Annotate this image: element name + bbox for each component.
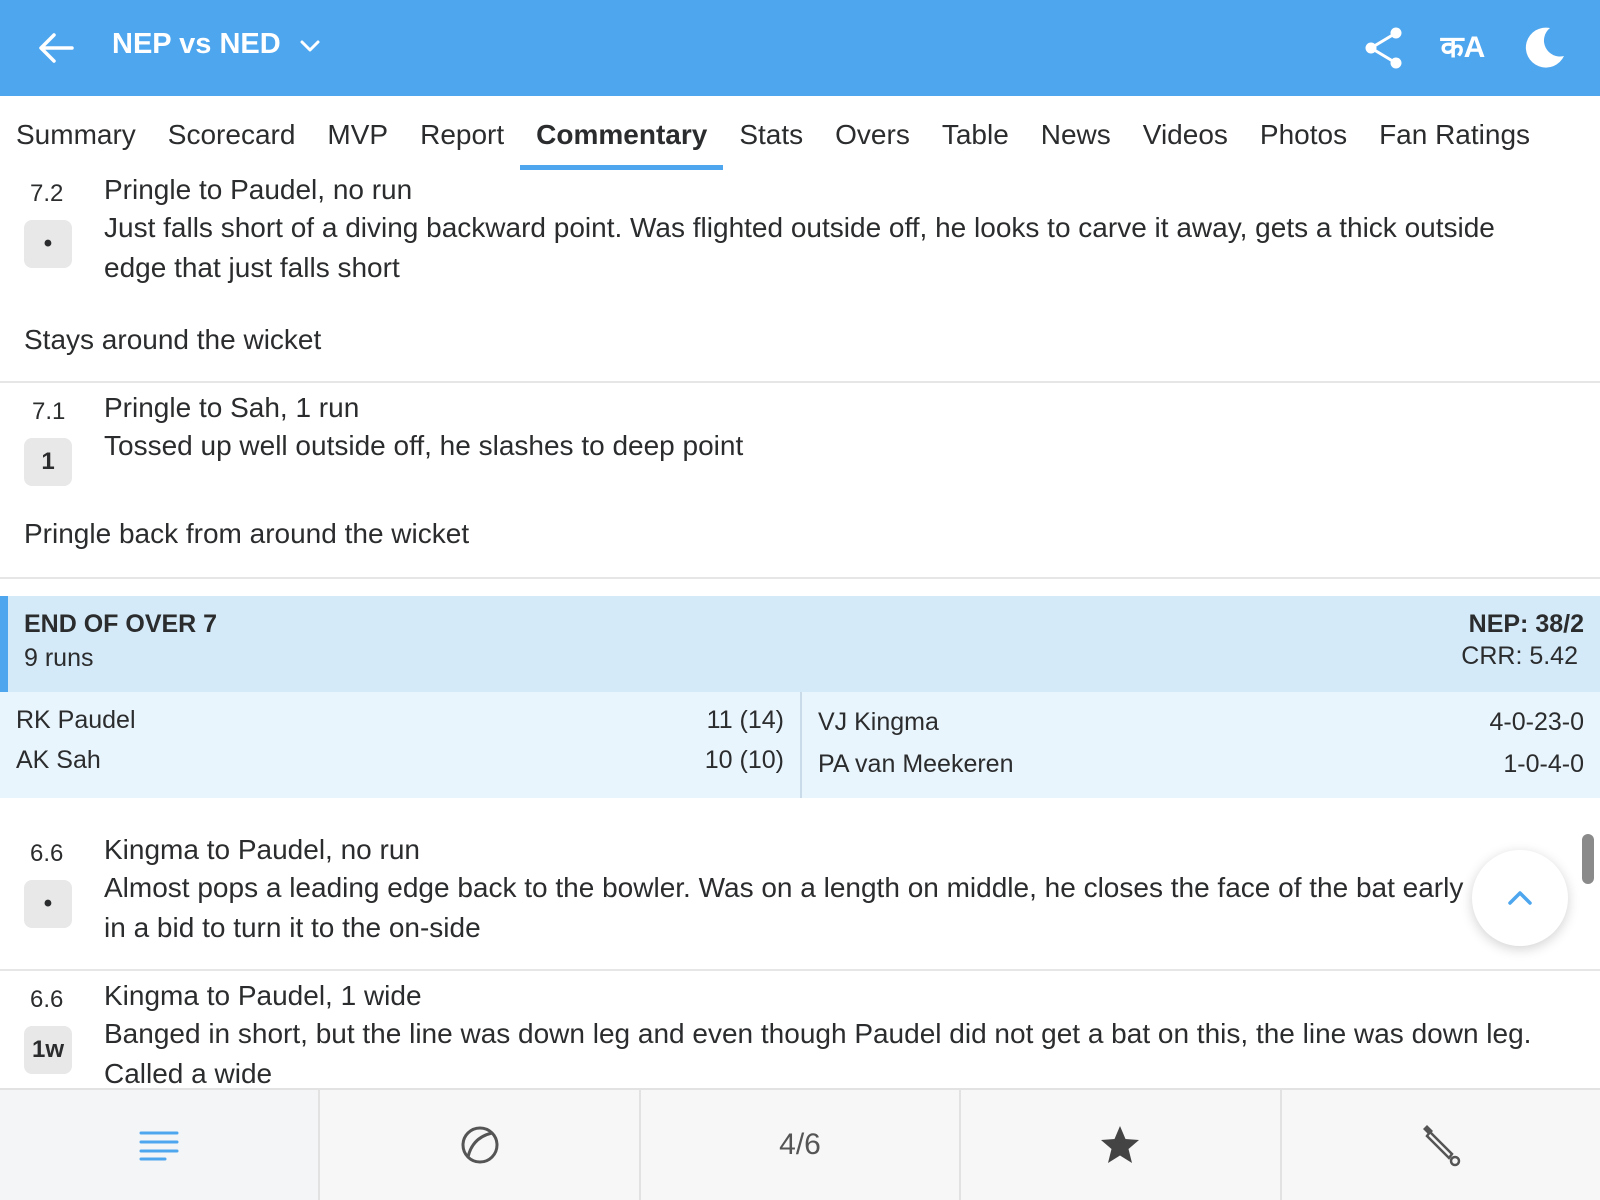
ball-icon[interactable]	[320, 1090, 641, 1200]
scrollbar-thumb[interactable]	[1582, 834, 1594, 884]
team-score: NEP: 38/2	[1468, 610, 1584, 638]
chevron-down-icon	[300, 40, 320, 51]
ball-number: 7.2	[30, 180, 64, 207]
current-run-rate: CRR: 5.42	[1461, 642, 1578, 670]
over-players-summary: RK Paudel 11 (14) AK Sah 10 (10) VJ King…	[0, 692, 1600, 798]
ball-description: Just falls short of a diving backward po…	[104, 212, 1495, 283]
ball-headline: Kingma to Paudel, 1 wide	[104, 980, 422, 1011]
tab-summary[interactable]: Summary	[0, 96, 152, 174]
ball-description: Banged in short, but the line was down l…	[104, 1018, 1532, 1088]
batter-row: AK Sah 10 (10)	[16, 746, 784, 775]
ball-number: 6.6	[30, 840, 64, 867]
batter-name[interactable]: RK Paudel	[16, 706, 136, 735]
ball-headline: Kingma to Paudel, no run	[104, 834, 420, 865]
ball-number: 6.6	[30, 986, 64, 1013]
top-bar: NEP vs NED कA	[0, 0, 1600, 96]
bat-icon[interactable]	[1282, 1090, 1600, 1200]
scroll-to-top-button[interactable]	[1472, 850, 1568, 946]
bowler-figures: 1-0-4-0	[1503, 750, 1584, 778]
commentary-item: 6.6 • Kingma to Paudel, no run Almost po…	[0, 834, 1600, 950]
ball-headline: Pringle to Paudel, no run	[104, 174, 413, 205]
back-arrow-icon[interactable]	[34, 26, 78, 70]
batter-score: 11 (14)	[706, 706, 784, 734]
tab-scorecard[interactable]: Scorecard	[152, 96, 312, 174]
commentary-lines-icon[interactable]	[0, 1090, 321, 1200]
app-root: NEP vs NED कA Summary Scorecard MVP Repo…	[0, 0, 1600, 1200]
ball-description: Almost pops a leading edge back to the b…	[104, 872, 1464, 943]
divider	[0, 577, 1600, 579]
tab-report[interactable]: Report	[404, 96, 520, 174]
bowler-figures: 4-0-23-0	[1489, 708, 1585, 736]
commentary-note: Pringle back from around the wicket	[24, 518, 470, 549]
share-icon[interactable]	[1360, 24, 1408, 72]
tab-bar: Summary Scorecard MVP Report Commentary …	[0, 96, 1600, 174]
ball-result-badge: •	[24, 220, 72, 268]
bowler-name[interactable]: VJ Kingma	[818, 708, 939, 737]
tab-videos[interactable]: Videos	[1127, 96, 1244, 174]
match-title: NEP vs NED	[112, 28, 281, 60]
commentary-feed[interactable]: 7.2 • Pringle to Paudel, no run Just fal…	[0, 174, 1600, 1088]
tab-commentary[interactable]: Commentary	[520, 96, 724, 174]
divider	[0, 969, 1600, 971]
ball-result-badge: 1w	[24, 1026, 72, 1074]
bowlers-column: VJ Kingma 4-0-23-0 PA van Meekeren 1-0-4…	[802, 692, 1600, 798]
ball-result-badge: •	[24, 880, 72, 928]
moon-icon[interactable]	[1520, 24, 1568, 72]
ball-headline: Pringle to Sah, 1 run	[104, 392, 360, 423]
bowler-row: VJ Kingma 4-0-23-0	[818, 708, 1584, 737]
batters-column: RK Paudel 11 (14) AK Sah 10 (10)	[0, 692, 802, 798]
bottom-nav: 4/6	[0, 1088, 1600, 1200]
end-of-over-title: END OF OVER 7	[24, 610, 218, 638]
commentary-item: 6.6 1w Kingma to Paudel, 1 wide Banged i…	[0, 980, 1600, 1088]
batter-name[interactable]: AK Sah	[16, 746, 101, 775]
tab-mvp[interactable]: MVP	[311, 96, 404, 174]
over-runs: 9 runs	[24, 644, 94, 672]
tab-news[interactable]: News	[1025, 96, 1127, 174]
tab-fan-ratings[interactable]: Fan Ratings	[1363, 96, 1546, 174]
star-icon[interactable]	[961, 1090, 1282, 1200]
tab-overs[interactable]: Overs	[819, 96, 926, 174]
batter-score: 10 (10)	[704, 746, 784, 774]
ball-result-badge: 1	[24, 438, 72, 486]
batter-row: RK Paudel 11 (14)	[16, 706, 784, 735]
bowler-name[interactable]: PA van Meekeren	[818, 750, 1013, 779]
page-indicator[interactable]: 4/6	[641, 1090, 962, 1200]
commentary-note: Stays around the wicket	[24, 324, 322, 355]
tab-table[interactable]: Table	[926, 96, 1025, 174]
divider	[0, 381, 1600, 383]
ball-number: 7.1	[32, 398, 66, 425]
tab-stats[interactable]: Stats	[723, 96, 819, 174]
chevron-up-icon	[1508, 891, 1532, 905]
end-of-over-summary: END OF OVER 7 9 runs NEP: 38/2 CRR: 5.42	[0, 596, 1600, 692]
bowler-row: PA van Meekeren 1-0-4-0	[818, 750, 1584, 779]
match-title-dropdown[interactable]: NEP vs NED	[112, 28, 323, 61]
language-icon[interactable]: कA	[1436, 24, 1490, 72]
tab-photos[interactable]: Photos	[1244, 96, 1363, 174]
ball-description: Tossed up well outside off, he slashes t…	[104, 430, 744, 461]
